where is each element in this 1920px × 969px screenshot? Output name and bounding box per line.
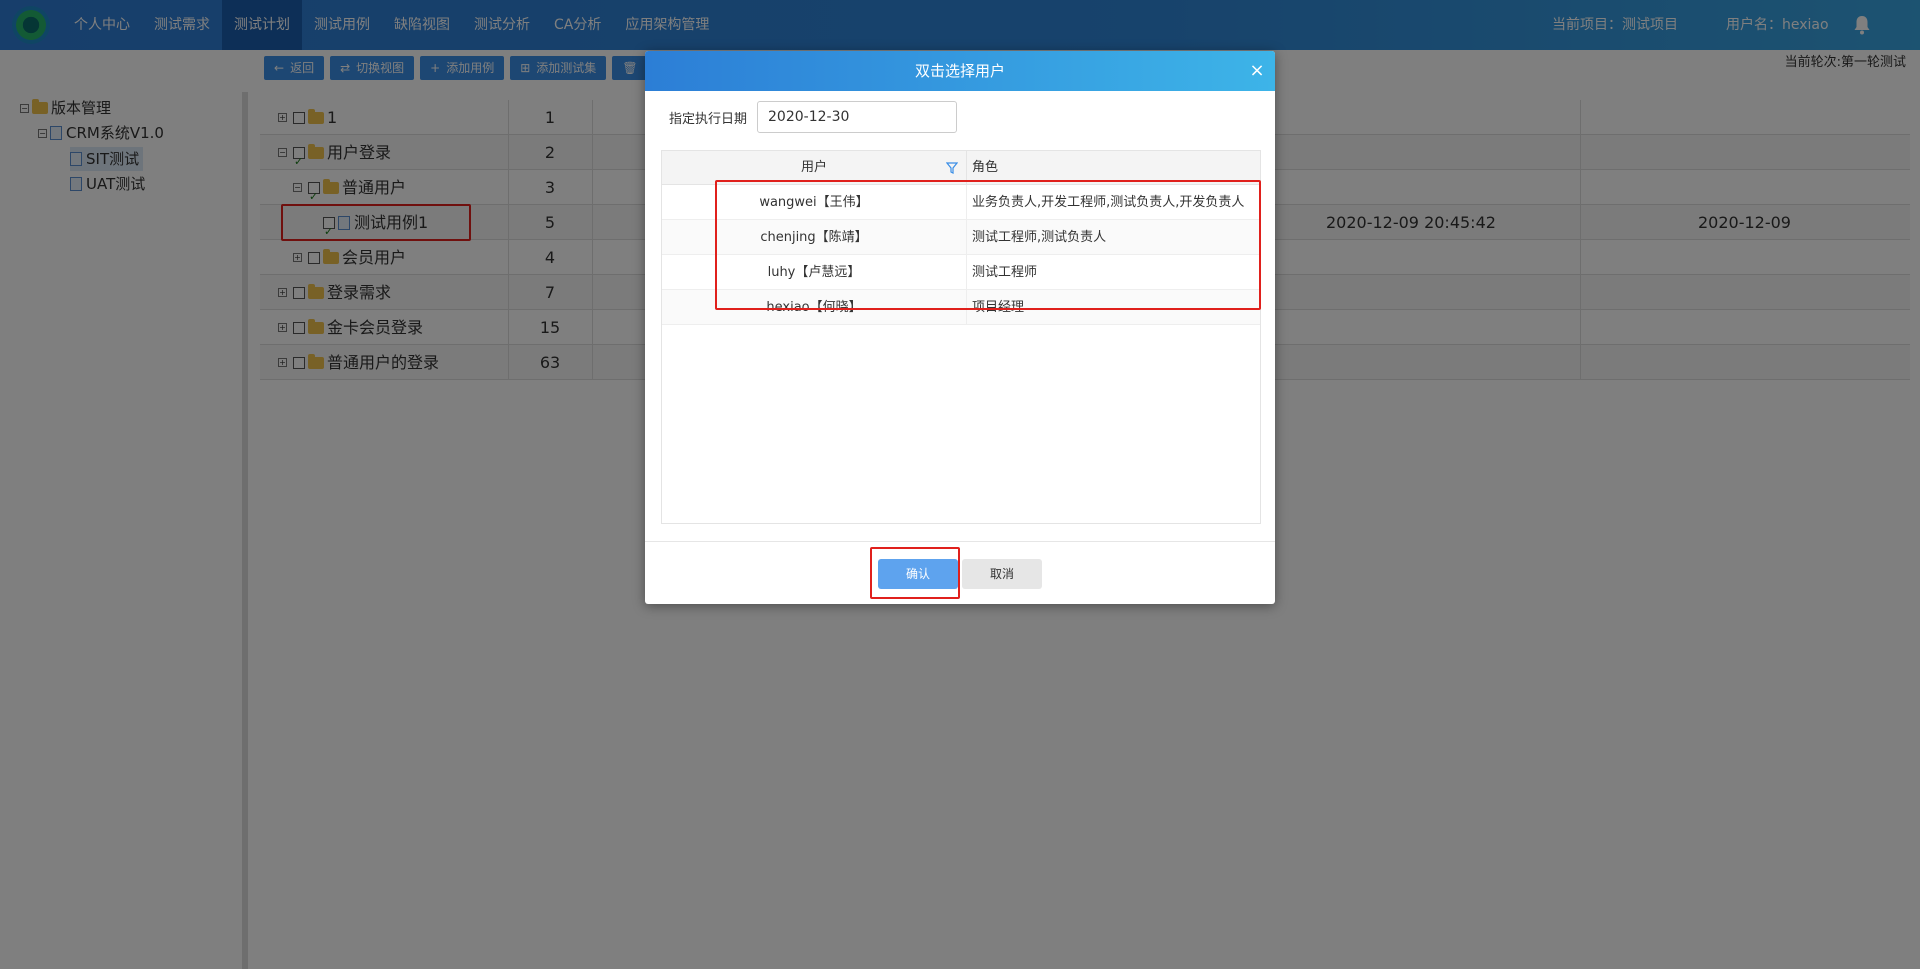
highlight-user-list [715,180,1261,310]
filter-icon[interactable] [946,162,958,174]
cancel-button[interactable]: 取消 [962,559,1042,589]
dialog-footer-divider [645,541,1275,542]
dialog-header: 双击选择用户 × [645,51,1275,91]
dialog-title: 双击选择用户 [914,62,1005,80]
execution-date-row: 指定执行日期 [669,101,958,133]
select-user-dialog: 双击选择用户 × 指定执行日期 用户 角色 wangwei【王伟】 业务负责人,… [645,51,1275,604]
execution-date-label: 指定执行日期 [669,111,748,127]
close-icon[interactable]: × [1247,51,1267,91]
highlight-confirm-button [870,547,960,599]
execution-date-input[interactable] [757,101,958,133]
